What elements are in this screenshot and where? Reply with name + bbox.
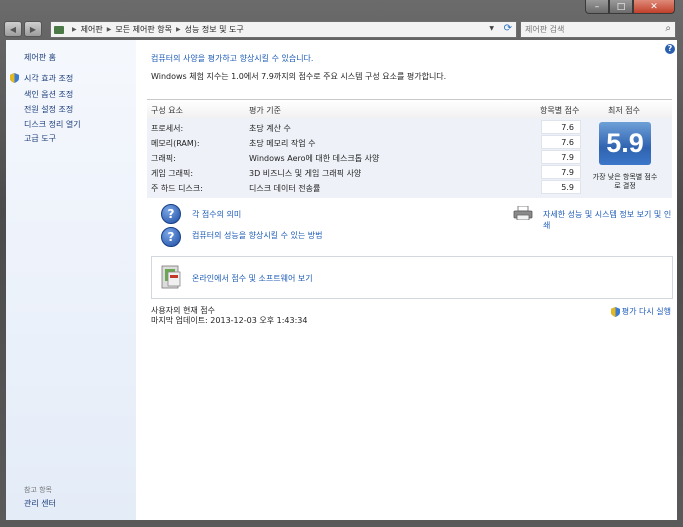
online-scores-panel: 온라인에서 점수 및 소프트웨어 보기 <box>151 256 673 299</box>
breadcrumb-separator-icon: ▶ <box>106 26 112 33</box>
back-button[interactable]: ◀ <box>4 21 22 37</box>
close-button[interactable]: ✕ <box>633 0 675 14</box>
row-component: 메모리(RAM): <box>151 139 200 148</box>
see-also-heading: 참고 항목 <box>24 486 52 494</box>
detailed-info-print-link[interactable]: 자세한 성능 및 시스템 정보 보기 및 인쇄 <box>543 209 677 231</box>
row-subscore: 7.6 <box>541 120 581 134</box>
rerun-label: 평가 다시 실행 <box>621 307 671 316</box>
control-panel-icon <box>54 25 64 34</box>
help-question-icon: ? <box>161 204 181 224</box>
row-rated: 디스크 데이터 전송률 <box>249 184 321 193</box>
main-pane: ? 컴퓨터의 사양을 평가하고 향상시킬 수 있습니다. Windows 체험 … <box>136 40 677 520</box>
caption-buttons: – □ ✕ <box>585 0 675 14</box>
table-row: 그래픽: Windows Aero에 대한 데스크톱 사양 7.9 <box>147 150 587 165</box>
improve-performance-link[interactable]: 컴퓨터의 성능을 향상시킬 수 있는 방법 <box>192 230 322 241</box>
breadcrumb-item[interactable]: 제어판 <box>81 24 103 35</box>
action-center-link[interactable]: 관리 센터 <box>24 498 56 509</box>
printer-icon <box>513 206 533 220</box>
breadcrumb-separator-icon: ▶ <box>72 26 77 33</box>
breadcrumb-item[interactable]: 성능 정보 및 도구 <box>185 24 244 35</box>
search-input[interactable] <box>521 25 659 34</box>
table-row: 프로세서: 초당 계산 수 7.6 <box>147 120 587 135</box>
indexing-options-link[interactable]: 색인 옵션 조정 <box>24 89 73 100</box>
shield-icon <box>10 73 19 83</box>
power-settings-link[interactable]: 전원 설정 조정 <box>24 104 73 115</box>
breadcrumb-separator-icon: ▶ <box>175 26 181 33</box>
minimize-button[interactable]: – <box>585 0 609 14</box>
base-score-caption: 가장 낮은 항목별 점수로 결정 <box>592 173 658 190</box>
header-subscore: 항목별 점수 <box>540 106 580 115</box>
maximize-button[interactable]: □ <box>609 0 633 14</box>
forward-button[interactable]: ▶ <box>24 21 42 37</box>
disk-cleanup-link[interactable]: 디스크 정리 열기 <box>24 119 81 130</box>
row-subscore: 7.9 <box>541 165 581 179</box>
row-subscore: 7.9 <box>541 150 581 164</box>
refresh-icon[interactable]: ⟳ <box>504 23 512 34</box>
rerun-assessment-link[interactable]: 평가 다시 실행 <box>610 306 671 317</box>
visual-effects-link[interactable]: 시각 효과 조정 <box>24 73 73 84</box>
search-box: ⌕ <box>520 21 676 38</box>
score-meaning-link[interactable]: 각 점수의 의미 <box>192 209 241 220</box>
table-body: 프로세서: 초당 계산 수 7.6 메모리(RAM): 초당 메모리 작업 수 … <box>147 118 672 198</box>
navigation-bar: ◀ ▶ ▶ 제어판 ▶ 모든 제어판 항목 ▶ 성능 정보 및 도구 ▼ ⟳ ⌕ <box>0 19 683 39</box>
row-rated: 초당 메모리 작업 수 <box>249 139 316 148</box>
score-table: 구성 요소 평가 기준 항목별 점수 최저 점수 프로세서: 초당 계산 수 7… <box>147 99 672 198</box>
table-row: 게임 그래픽: 3D 비즈니스 및 게임 그래픽 사양 7.9 <box>147 165 587 180</box>
header-base-score: 최저 점수 <box>608 106 640 115</box>
page-description: Windows 체험 지수는 1.0에서 7.9까지의 점수로 주요 시스템 구… <box>151 72 447 81</box>
row-component: 게임 그래픽: <box>151 169 194 178</box>
table-header: 구성 요소 평가 기준 항목별 점수 최저 점수 <box>147 99 672 119</box>
header-component: 구성 요소 <box>151 106 183 115</box>
row-component: 그래픽: <box>151 154 176 163</box>
advanced-tools-link[interactable]: 고급 도구 <box>24 133 56 144</box>
online-scores-link[interactable]: 온라인에서 점수 및 소프트웨어 보기 <box>192 273 313 284</box>
header-rated: 평가 기준 <box>249 106 281 115</box>
control-panel-home-link[interactable]: 제어판 홈 <box>24 52 56 63</box>
row-rated: 초당 계산 수 <box>249 124 291 133</box>
last-update-label: 마지막 업데이트: 2013-12-03 오후 1:43:34 <box>151 316 308 325</box>
help-question-icon: ? <box>161 227 181 247</box>
shield-icon <box>610 306 620 317</box>
breadcrumb-item[interactable]: 모든 제어판 항목 <box>115 24 172 35</box>
row-rated: 3D 비즈니스 및 게임 그래픽 사양 <box>249 169 362 178</box>
row-subscore: 5.9 <box>541 180 581 194</box>
base-score-badge: 5.9 <box>599 122 651 165</box>
address-dropdown-icon[interactable]: ▼ <box>489 25 494 32</box>
row-subscore: 7.6 <box>541 135 581 149</box>
address-bar[interactable]: ▶ 제어판 ▶ 모든 제어판 항목 ▶ 성능 정보 및 도구 ▼ ⟳ <box>50 21 517 38</box>
table-row: 주 하드 디스크: 디스크 데이터 전송률 5.9 <box>147 180 587 195</box>
software-box-icon <box>161 265 181 289</box>
search-icon[interactable]: ⌕ <box>665 23 671 34</box>
row-rated: Windows Aero에 대한 데스크톱 사양 <box>249 154 380 163</box>
table-row: 메모리(RAM): 초당 메모리 작업 수 7.6 <box>147 135 587 150</box>
row-component: 프로세서: <box>151 124 184 133</box>
row-component: 주 하드 디스크: <box>151 184 203 193</box>
window-frame: – □ ✕ ◀ ▶ ▶ 제어판 ▶ 모든 제어판 항목 ▶ 성능 정보 및 도구… <box>0 0 683 527</box>
help-icon[interactable]: ? <box>665 44 675 54</box>
left-pane: 제어판 홈 시각 효과 조정 색인 옵션 조정 전원 설정 조정 디스크 정리 … <box>6 40 136 520</box>
page-title: 컴퓨터의 사양을 평가하고 향상시킬 수 있습니다. <box>151 54 314 63</box>
